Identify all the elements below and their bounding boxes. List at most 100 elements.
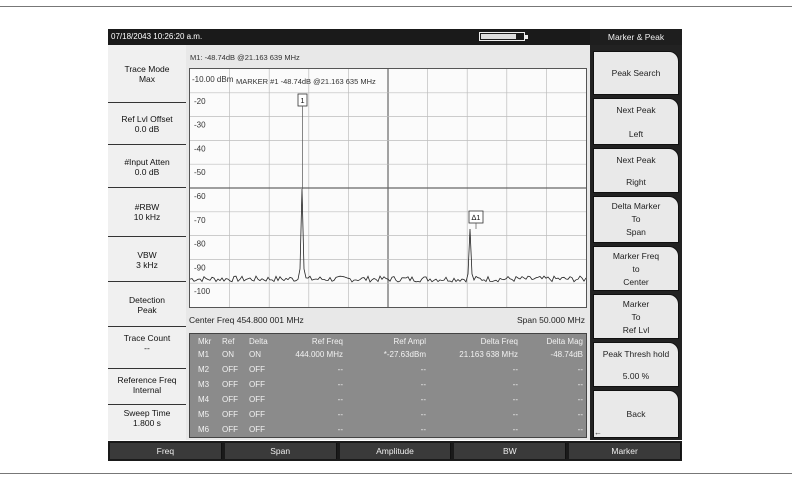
- table-cell: --: [577, 410, 583, 419]
- table-cell: --: [337, 395, 343, 404]
- reference-freq-value: Internal: [132, 385, 162, 395]
- table-cell: OFF: [249, 395, 265, 404]
- table-row: M4 OFF OFF -- -- -- --: [190, 395, 588, 406]
- marker-readout: M1: -48.74dB @21.163 639 MHz: [190, 53, 300, 62]
- input-atten-label: #Input Atten: [124, 157, 170, 167]
- back-arrow-icon: ←: [594, 428, 602, 437]
- bottom-tab-bar: Freq Span Amplitude BW Marker: [108, 441, 682, 461]
- table-cell: OFF: [222, 425, 238, 434]
- menu-button-next-peak[interactable]: Next Peak Left: [593, 98, 679, 145]
- table-row: M2 OFF OFF -- -- -- --: [190, 365, 588, 376]
- table-cell: ON: [249, 350, 261, 359]
- menu-button-delta-marker[interactable]: Delta Marker To Span: [593, 196, 679, 243]
- table-cell: --: [337, 380, 343, 389]
- left-menu: Trace Mode Max Ref Lvl Offset 0.0 dB #In…: [108, 45, 186, 440]
- marker-table: Mkr Ref Delta Ref Freq Ref Ampl Delta Freq Del…: [189, 333, 587, 438]
- menu-button-text: Next Peak: [616, 155, 656, 165]
- table-row: M3 OFF OFF -- -- -- --: [190, 380, 588, 391]
- table-cell: OFF: [222, 380, 238, 389]
- table-cell: OFF: [249, 365, 265, 374]
- ref-level-label: -10.00 dBm: [192, 75, 234, 84]
- trace-mode-label: Trace Mode: [124, 64, 170, 74]
- input-atten-value: 0.0 dB: [134, 167, 160, 177]
- tab-span[interactable]: Span: [224, 443, 337, 459]
- battery-nub: [525, 35, 528, 39]
- ref-lvl-offset-button[interactable]: Ref Lvl Offset 0.0 dB: [108, 103, 186, 145]
- trace-mode-button[interactable]: Trace Mode Max: [108, 45, 186, 103]
- menu-button-text: Peak Search: [611, 68, 661, 78]
- rbw-value: 10 kHz: [133, 212, 161, 222]
- vbw-label: VBW: [137, 250, 157, 260]
- menu-button-text: Peak Thresh hold: [602, 349, 670, 359]
- status-bar: 07/18/2043 10:26:20 a.m.: [108, 29, 590, 45]
- y-tick-label: -90: [194, 263, 206, 272]
- table-cell: Ref Ampl: [393, 337, 426, 346]
- trace-mode-value: Max: [138, 74, 156, 84]
- spectrum-plot[interactable]: -20 -30 -40 -50 -60 -70 -80 -90 -100 -10.00 dBm …: [189, 68, 587, 308]
- right-menu: Marker & Peak Peak Search Next Peak Left Ne…: [590, 29, 682, 440]
- vbw-button[interactable]: VBW 3 kHz: [108, 237, 186, 282]
- table-cell: --: [420, 395, 426, 404]
- tab-marker[interactable]: Marker: [569, 443, 681, 459]
- trace-count-button[interactable]: Trace Count --: [108, 327, 186, 369]
- y-tick-label: -40: [194, 144, 206, 153]
- table-cell: M5: [198, 410, 210, 419]
- frequency-bar: Center Freq 454.800 001 MHz Span 50.000 …: [189, 312, 587, 328]
- menu-button-text: Back: [626, 409, 646, 419]
- reference-freq-button[interactable]: Reference Freq Internal: [108, 369, 186, 405]
- y-tick-label: -30: [194, 121, 206, 130]
- table-cell: --: [512, 395, 518, 404]
- trace-count-label: Trace Count: [123, 333, 171, 343]
- menu-button-marker[interactable]: Marker To Ref Lvl: [593, 294, 679, 339]
- top-rule: [0, 6, 792, 7]
- table-cell: --: [337, 425, 343, 434]
- y-tick-label: -20: [194, 97, 206, 106]
- detection-value: Peak: [137, 305, 157, 315]
- detection-button[interactable]: Detection Peak: [108, 282, 186, 327]
- datetime-label: 07/18/2043 10:26:20 a.m.: [111, 32, 203, 41]
- table-cell: ON: [222, 350, 234, 359]
- menu-button-text: Left: [628, 129, 644, 139]
- table-cell: --: [420, 410, 426, 419]
- rbw-button[interactable]: #RBW 10 kHz: [108, 188, 186, 237]
- menu-button-text: Next Peak: [616, 105, 656, 115]
- menu-button-peak-thresh-hold[interactable]: Peak Thresh hold 5.00 %: [593, 342, 679, 387]
- plot-grid: [190, 69, 586, 307]
- table-cell: OFF: [249, 410, 265, 419]
- tab-freq[interactable]: Freq: [110, 443, 222, 459]
- y-axis-labels: -20 -30 -40 -50 -60 -70 -80 -90 -100: [194, 97, 211, 296]
- menu-button-peak-search[interactable]: Peak Search: [593, 51, 679, 95]
- vbw-value: 3 kHz: [136, 260, 158, 270]
- tab-bw[interactable]: BW: [454, 443, 567, 459]
- menu-button-text: 5.00 %: [622, 371, 650, 381]
- input-atten-button[interactable]: #Input Atten 0.0 dB: [108, 145, 186, 188]
- menu-button-marker-freq[interactable]: Marker Freq to Center: [593, 246, 679, 291]
- menu-button-next-peak[interactable]: Next Peak Right: [593, 148, 679, 193]
- menu-button-back[interactable]: Back: [593, 390, 679, 438]
- table-cell: -48.74dB: [550, 350, 583, 359]
- table-cell: --: [577, 380, 583, 389]
- menu-button-text: Center: [623, 277, 649, 287]
- marker-1-label: 1: [300, 96, 304, 105]
- table-cell: OFF: [249, 425, 265, 434]
- spectrum-graph: -20-30-40-50-60-70-80-90-100 -10.00 dBm …: [190, 69, 586, 307]
- table-cell: Ref: [222, 337, 235, 346]
- menu-button-text: To: [631, 312, 641, 322]
- menu-button-text: To: [631, 214, 641, 224]
- table-cell: --: [512, 365, 518, 374]
- table-cell: --: [512, 410, 518, 419]
- table-cell: --: [337, 365, 343, 374]
- table-cell: M1: [198, 350, 210, 359]
- table-cell: *-27.63dBm: [383, 350, 426, 359]
- menu-title: Marker & Peak: [590, 29, 682, 45]
- tab-amplitude[interactable]: Amplitude: [339, 443, 452, 459]
- table-cell: --: [420, 380, 426, 389]
- table-cell: 444.000 MHz: [295, 350, 343, 359]
- ref-lvl-offset-value: 0.0 dB: [134, 124, 160, 134]
- menu-button-text: Marker: [622, 299, 650, 309]
- y-tick-label: -100: [194, 287, 211, 296]
- table-cell: Ref Freq: [311, 337, 343, 346]
- sweep-time-button[interactable]: Sweep Time 1.800 s: [108, 405, 186, 440]
- table-cell: --: [420, 425, 426, 434]
- reference-freq-label: Reference Freq: [117, 375, 177, 385]
